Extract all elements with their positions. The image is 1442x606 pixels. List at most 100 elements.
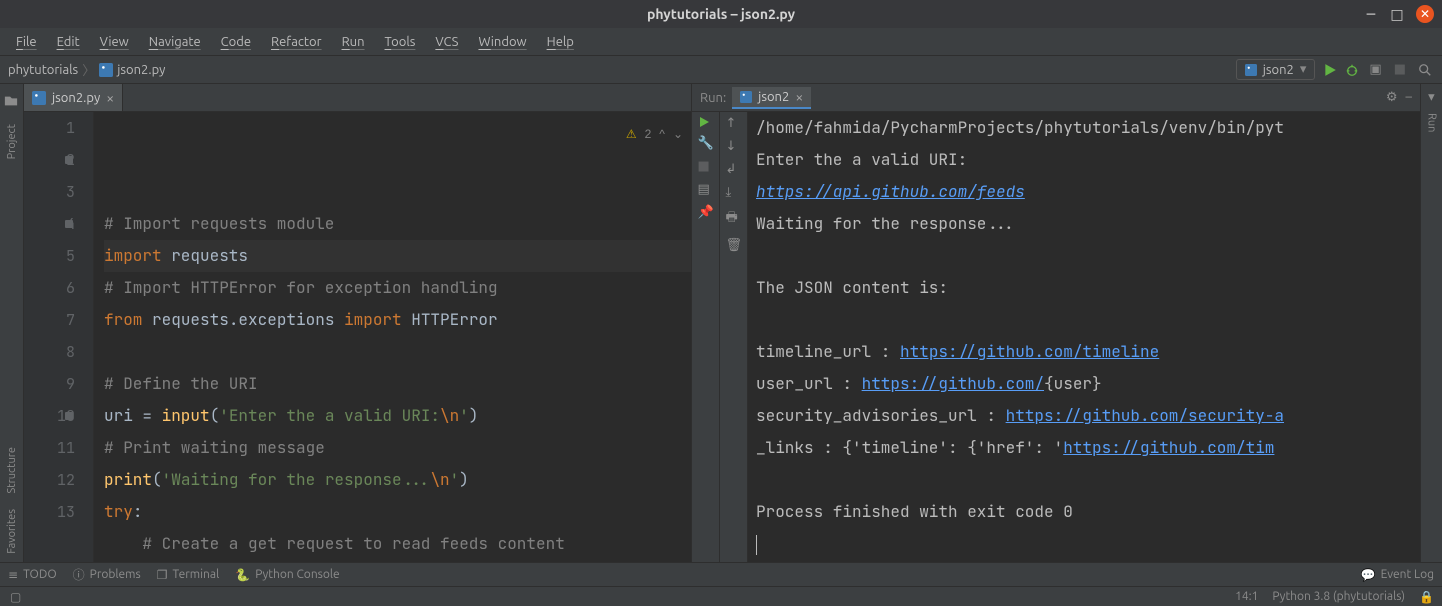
layout-icon[interactable]: ▤ bbox=[698, 182, 714, 197]
console-line bbox=[756, 240, 1412, 272]
console-output[interactable]: /home/fahmida/PycharmProjects/phytutoria… bbox=[748, 112, 1420, 562]
code-editor[interactable]: 12345678910111213 ⚠ 2 ^ ⌄ # Import reque… bbox=[24, 112, 691, 562]
run-label: Run: bbox=[700, 91, 726, 105]
menu-refactor[interactable]: Refactor bbox=[263, 32, 330, 52]
chevron-down-icon[interactable]: ⌄ bbox=[673, 118, 683, 150]
todo-tool-button[interactable]: ≡ TODO bbox=[8, 566, 57, 583]
menu-tools[interactable]: Tools bbox=[377, 32, 424, 52]
tool-windows-icon[interactable]: ▢ bbox=[8, 590, 21, 604]
scroll-end-icon[interactable]: ⤓ bbox=[726, 185, 742, 200]
menu-run[interactable]: Run bbox=[334, 32, 373, 52]
line-number[interactable]: 5 bbox=[24, 240, 75, 272]
code-line[interactable]: print('Waiting for the response...\n') bbox=[104, 464, 691, 496]
favorites-tool-label[interactable]: Favorites bbox=[6, 509, 18, 554]
run-button[interactable] bbox=[1323, 63, 1337, 77]
python-console-button[interactable]: 🐍 Python Console bbox=[235, 566, 339, 583]
line-number[interactable]: 7 bbox=[24, 304, 75, 336]
code-line[interactable] bbox=[104, 336, 691, 368]
print-icon[interactable]: 🖶 bbox=[726, 208, 742, 230]
soft-wrap-icon[interactable]: ↲ bbox=[726, 162, 742, 177]
close-icon[interactable]: × bbox=[106, 90, 114, 106]
caret-position[interactable]: 14:1 bbox=[1235, 590, 1258, 603]
pin-icon[interactable]: 📌 bbox=[698, 205, 714, 220]
code-line[interactable]: # Create a get request to read feeds con… bbox=[104, 528, 691, 560]
terminal-tool-button[interactable]: ❐ Terminal bbox=[157, 566, 219, 583]
project-tool-icon[interactable] bbox=[4, 94, 20, 110]
python-file-icon bbox=[99, 63, 113, 77]
wrench-icon[interactable]: 🔧 bbox=[698, 136, 714, 151]
line-number[interactable]: 4 bbox=[24, 208, 75, 240]
expand-icon[interactable]: ▸ bbox=[1424, 94, 1439, 101]
menu-file[interactable]: File bbox=[8, 32, 45, 52]
rerun-icon[interactable] bbox=[698, 116, 714, 128]
project-tool-label[interactable]: Project bbox=[6, 124, 18, 159]
console-link[interactable]: https://github.com/ bbox=[862, 373, 1044, 394]
code-line[interactable]: response = requests.get(uri) bbox=[104, 560, 691, 562]
line-number[interactable]: 13 bbox=[24, 496, 75, 528]
code-line[interactable]: # Import HTTPError for exception handlin… bbox=[104, 272, 691, 304]
menu-code[interactable]: Code bbox=[213, 32, 259, 52]
stop-icon[interactable]: ■ bbox=[698, 159, 714, 174]
down-arrow-icon[interactable]: ↓ bbox=[726, 139, 742, 154]
inspection-indicator[interactable]: ⚠ 2 ^ ⌄ bbox=[626, 118, 683, 150]
python-file-icon bbox=[1245, 64, 1257, 76]
up-arrow-icon[interactable]: ↑ bbox=[726, 116, 742, 131]
editor-tab-label: json2.py bbox=[52, 91, 100, 105]
run-config-selector[interactable]: json2 ▾ bbox=[1236, 59, 1316, 80]
code-line[interactable]: # Import requests module bbox=[104, 208, 691, 240]
search-everywhere-icon[interactable] bbox=[1416, 61, 1434, 79]
console-link[interactable]: https://github.com/timeline bbox=[900, 341, 1159, 362]
console-line: https://api.github.com/feeds bbox=[756, 176, 1412, 208]
minimize-button[interactable]: ─ bbox=[1364, 7, 1378, 21]
line-number[interactable]: 10 bbox=[24, 400, 75, 432]
line-number[interactable]: 3 bbox=[24, 176, 75, 208]
code-line[interactable]: uri = input('Enter the a valid URI:\n') bbox=[104, 400, 691, 432]
coverage-button[interactable]: ▣ bbox=[1367, 60, 1383, 79]
code-line[interactable]: import requests bbox=[104, 240, 691, 272]
line-number[interactable]: 9 bbox=[24, 368, 75, 400]
close-icon[interactable]: × bbox=[795, 89, 803, 105]
event-log-button[interactable]: 💬 Event Log bbox=[1361, 568, 1434, 582]
line-number[interactable]: 12 bbox=[24, 464, 75, 496]
breadcrumb-root[interactable]: phytutorials bbox=[8, 63, 78, 77]
breadcrumb[interactable]: phytutorials 〉 json2.py bbox=[8, 60, 165, 79]
close-button[interactable]: ✕ bbox=[1416, 5, 1434, 23]
structure-tool-label[interactable]: Structure bbox=[6, 447, 18, 494]
debug-button[interactable] bbox=[1345, 63, 1359, 77]
menu-edit[interactable]: Edit bbox=[49, 32, 88, 52]
python-interpreter[interactable]: Python 3.8 (phytutorials) bbox=[1272, 590, 1405, 603]
code-line[interactable]: try: bbox=[104, 496, 691, 528]
line-number[interactable]: 8 bbox=[24, 336, 75, 368]
menu-vcs[interactable]: VCS bbox=[427, 32, 466, 52]
chevron-up-icon[interactable]: ^ bbox=[659, 118, 665, 150]
run-tab[interactable]: json2 × bbox=[732, 87, 811, 109]
trash-icon[interactable]: 🗑 bbox=[726, 238, 742, 253]
console-line: security_advisories_url : https://github… bbox=[756, 400, 1412, 432]
left-tool-sidebar: Project Structure Favorites bbox=[0, 84, 24, 562]
menu-navigate[interactable]: Navigate bbox=[141, 32, 209, 52]
console-link[interactable]: https://api.github.com/feeds bbox=[756, 181, 1025, 202]
menu-view[interactable]: View bbox=[92, 32, 137, 52]
code-line[interactable]: # Print waiting message bbox=[104, 432, 691, 464]
breadcrumb-file[interactable]: json2.py bbox=[117, 63, 165, 77]
menu-window[interactable]: Window bbox=[470, 32, 534, 52]
line-number[interactable]: 11 bbox=[24, 432, 75, 464]
code-line[interactable]: from requests.exceptions import HTTPErro… bbox=[104, 304, 691, 336]
line-number[interactable]: 6 bbox=[24, 272, 75, 304]
run-tab-label: json2 bbox=[758, 90, 789, 104]
problems-tool-button[interactable]: ⓘ Problems bbox=[73, 566, 141, 583]
code-line[interactable]: # Define the URI bbox=[104, 368, 691, 400]
maximize-button[interactable]: □ bbox=[1390, 7, 1404, 21]
line-number[interactable]: 1 bbox=[24, 112, 75, 144]
console-line: Enter the a valid URI: bbox=[756, 144, 1412, 176]
gear-icon[interactable]: ⚙ bbox=[1386, 90, 1398, 105]
minimize-tool-icon[interactable]: – bbox=[1406, 90, 1412, 105]
line-number[interactable]: 2 bbox=[24, 144, 75, 176]
run-sidebar-label[interactable]: Run bbox=[1426, 113, 1438, 132]
console-line: Process finished with exit code 0 bbox=[756, 496, 1412, 528]
menu-help[interactable]: Help bbox=[539, 32, 582, 52]
editor-tab[interactable]: json2.py × bbox=[24, 84, 123, 111]
lock-icon[interactable]: 🔒 bbox=[1419, 590, 1434, 604]
console-link[interactable]: https://github.com/tim bbox=[1063, 437, 1274, 458]
console-link[interactable]: https://github.com/security-a bbox=[1006, 405, 1284, 426]
